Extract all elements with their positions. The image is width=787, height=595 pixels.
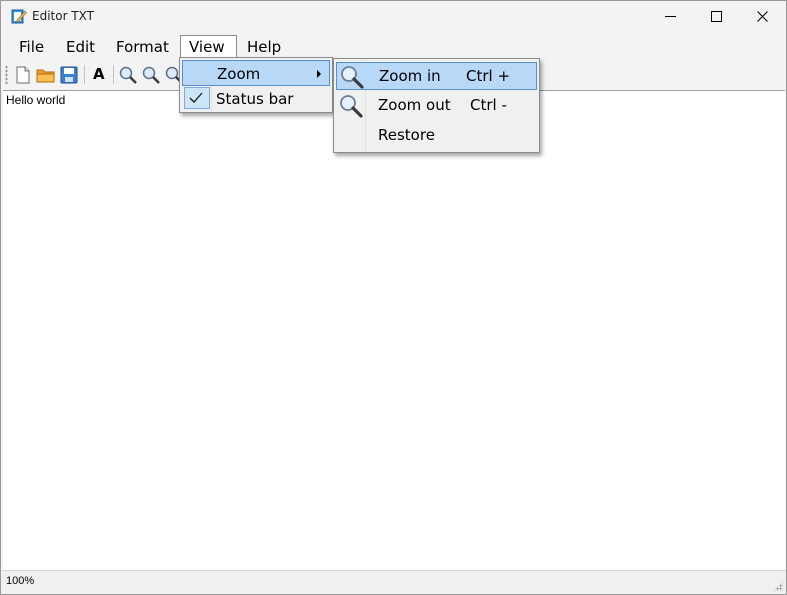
menu-item-shortcut: Ctrl + <box>466 67 511 85</box>
maximize-button[interactable] <box>694 1 740 32</box>
toolbar-grip[interactable] <box>5 65 8 84</box>
menu-item-label: Zoom out <box>378 96 451 114</box>
minimize-button[interactable] <box>648 1 694 32</box>
menu-item-shortcut: Ctrl - <box>470 96 507 114</box>
open-button[interactable] <box>36 65 56 85</box>
text-editor[interactable]: Hello world <box>3 90 785 570</box>
save-button[interactable] <box>59 65 79 85</box>
zoom-menu-zoom-out[interactable]: Zoom out Ctrl - <box>336 92 537 120</box>
zoom-menu-zoom-in[interactable]: Zoom in Ctrl + <box>336 62 537 90</box>
window-title: Editor TXT <box>32 9 94 23</box>
zoom-out-icon <box>142 66 160 84</box>
editor-content: Hello world <box>6 93 66 107</box>
menu-item-label: Status bar <box>216 90 294 108</box>
magnifier-icon <box>339 64 365 89</box>
new-file-icon <box>16 66 30 84</box>
toolbar-separator <box>84 65 85 84</box>
menu-format[interactable]: Format <box>108 35 177 59</box>
minimize-icon <box>665 16 676 17</box>
close-button[interactable] <box>740 1 786 32</box>
status-bar: 100% <box>1 570 786 594</box>
menu-bar: File Edit Format View Help <box>1 32 786 60</box>
zoom-in-button[interactable] <box>118 65 138 85</box>
view-menu-dropdown: Zoom Status bar <box>179 57 333 113</box>
menu-view[interactable]: View <box>180 35 237 59</box>
open-folder-icon <box>36 69 55 83</box>
checkmark-icon <box>184 87 210 109</box>
save-icon <box>60 66 78 84</box>
menu-item-label: Zoom <box>217 65 261 83</box>
new-file-button[interactable] <box>13 65 33 85</box>
zoom-submenu: Zoom in Ctrl + Zoom out Ctrl - Restore <box>333 58 540 153</box>
zoom-in-icon <box>119 66 137 84</box>
zoom-menu-restore[interactable]: Restore <box>336 122 537 150</box>
menu-item-label: Zoom in <box>379 67 441 85</box>
title-bar: Editor TXT <box>1 1 786 32</box>
resize-grip[interactable] <box>773 581 783 591</box>
magnifier-icon <box>338 93 364 118</box>
font-button[interactable]: A <box>89 65 109 85</box>
submenu-arrow-icon <box>317 70 321 78</box>
menu-item-label: Restore <box>378 126 435 144</box>
toolbar-separator <box>113 65 114 84</box>
zoom-out-button[interactable] <box>141 65 161 85</box>
maximize-icon <box>711 11 722 22</box>
notepad-icon <box>11 8 27 24</box>
menu-help[interactable]: Help <box>239 35 289 59</box>
menu-file[interactable]: File <box>11 35 52 59</box>
view-menu-status-bar[interactable]: Status bar <box>182 86 330 112</box>
font-icon: A <box>93 65 105 83</box>
menu-edit[interactable]: Edit <box>58 35 103 59</box>
view-menu-zoom[interactable]: Zoom <box>182 60 330 86</box>
close-icon <box>757 11 768 22</box>
status-zoom-level: 100% <box>6 575 35 587</box>
